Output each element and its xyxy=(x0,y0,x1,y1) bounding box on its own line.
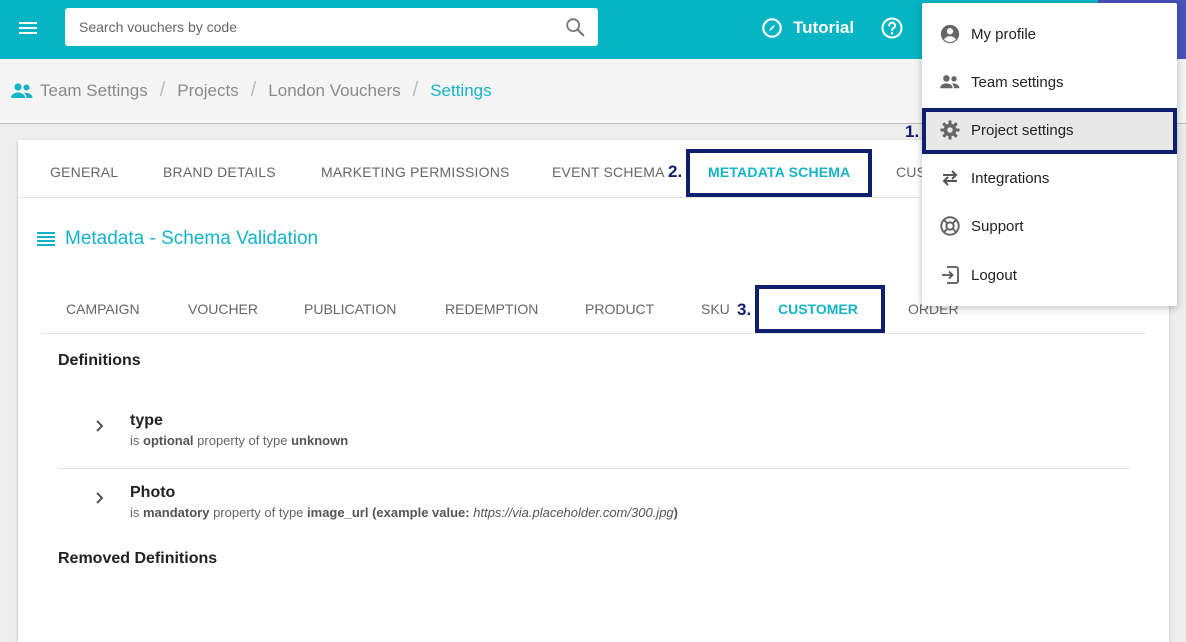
tab-general[interactable]: GENERAL xyxy=(50,140,118,197)
subtab-campaign[interactable]: CAMPAIGN xyxy=(66,290,140,333)
swap-arrows-icon xyxy=(938,166,962,190)
definition-description: is mandatory property of type image_url … xyxy=(130,505,678,520)
tab-marketing-permissions[interactable]: MARKETING PERMISSIONS xyxy=(321,140,510,197)
subtab-voucher[interactable]: VOUCHER xyxy=(188,290,258,333)
list-icon xyxy=(37,232,55,246)
subtab-product[interactable]: PRODUCT xyxy=(585,290,654,333)
breadcrumb-separator: / xyxy=(159,79,166,101)
requirement: mandatory xyxy=(143,505,210,520)
step1-label: 1. xyxy=(905,122,920,141)
breadcrumb-team-settings[interactable]: Team Settings xyxy=(40,81,148,101)
people-icon xyxy=(938,70,962,94)
requirement: optional xyxy=(143,433,194,448)
breadcrumb-projects[interactable]: Projects xyxy=(177,81,238,101)
menu-item-team-settings[interactable]: Team settings xyxy=(922,60,1177,104)
user-menu: My profile Team settings Project setting… xyxy=(922,3,1177,306)
compass-icon xyxy=(762,18,782,38)
section-title: Metadata - Schema Validation xyxy=(37,228,318,250)
help-icon[interactable] xyxy=(880,16,904,40)
search-box xyxy=(65,8,598,46)
menu-item-label: Support xyxy=(971,217,1024,235)
step1-highlight-box xyxy=(922,108,1177,154)
lifebuoy-icon xyxy=(938,214,962,238)
step2-label: 2. xyxy=(668,162,683,181)
definitions-heading: Definitions xyxy=(58,352,141,369)
menu-item-support[interactable]: Support xyxy=(922,204,1177,248)
menu-item-label: Integrations xyxy=(971,169,1050,187)
hamburger-menu-icon[interactable] xyxy=(14,14,42,42)
logout-icon xyxy=(938,263,962,287)
breadcrumb: Team Settings / Projects / London Vouche… xyxy=(10,79,492,102)
menu-item-logout[interactable]: Logout xyxy=(922,253,1177,297)
menu-item-my-profile[interactable]: My profile xyxy=(922,12,1177,56)
definition-item: type is optional property of type unknow… xyxy=(58,398,1130,469)
team-icon xyxy=(11,82,33,98)
property-type: image_url xyxy=(307,505,369,520)
search-icon[interactable] xyxy=(564,16,586,38)
definition-name: type xyxy=(130,412,163,429)
section-title-text: Metadata - Schema Validation xyxy=(65,228,319,249)
account-circle-icon xyxy=(938,22,962,46)
breadcrumb-london-vouchers[interactable]: London Vouchers xyxy=(268,81,400,101)
breadcrumb-settings: Settings xyxy=(430,80,492,100)
step2-highlight-box xyxy=(686,149,872,197)
menu-item-label: Logout xyxy=(971,266,1017,284)
subtab-redemption[interactable]: REDEMPTION xyxy=(445,290,538,333)
subtab-publication[interactable]: PUBLICATION xyxy=(304,290,396,333)
step3-label: 3. xyxy=(737,300,752,319)
menu-item-integrations[interactable]: Integrations xyxy=(922,156,1177,200)
definition-item: Photo is mandatory property of type imag… xyxy=(58,470,1130,540)
breadcrumb-separator: / xyxy=(250,79,257,101)
chevron-right-icon[interactable] xyxy=(94,490,106,506)
menu-item-label: Team settings xyxy=(971,73,1064,91)
removed-definitions-heading: Removed Definitions xyxy=(58,550,218,567)
step3-highlight-box xyxy=(755,285,885,333)
tutorial-label: Tutorial xyxy=(793,18,855,37)
subtab-sku[interactable]: SKU xyxy=(701,290,730,333)
breadcrumb-separator: / xyxy=(412,79,419,101)
example-value: https://via.placeholder.com/300.jpg xyxy=(473,505,674,520)
tab-event-schema[interactable]: EVENT SCHEMA xyxy=(552,140,665,197)
definition-name: Photo xyxy=(130,484,176,501)
example-label: (example value: xyxy=(368,505,474,520)
tutorial-button[interactable]: Tutorial xyxy=(761,16,854,40)
search-input[interactable] xyxy=(65,8,555,46)
menu-item-label: My profile xyxy=(971,25,1037,43)
property-type: unknown xyxy=(291,433,349,448)
definition-description: is optional property of type unknown xyxy=(130,433,349,448)
tab-brand-details[interactable]: BRAND DETAILS xyxy=(163,140,276,197)
chevron-right-icon[interactable] xyxy=(94,418,106,434)
